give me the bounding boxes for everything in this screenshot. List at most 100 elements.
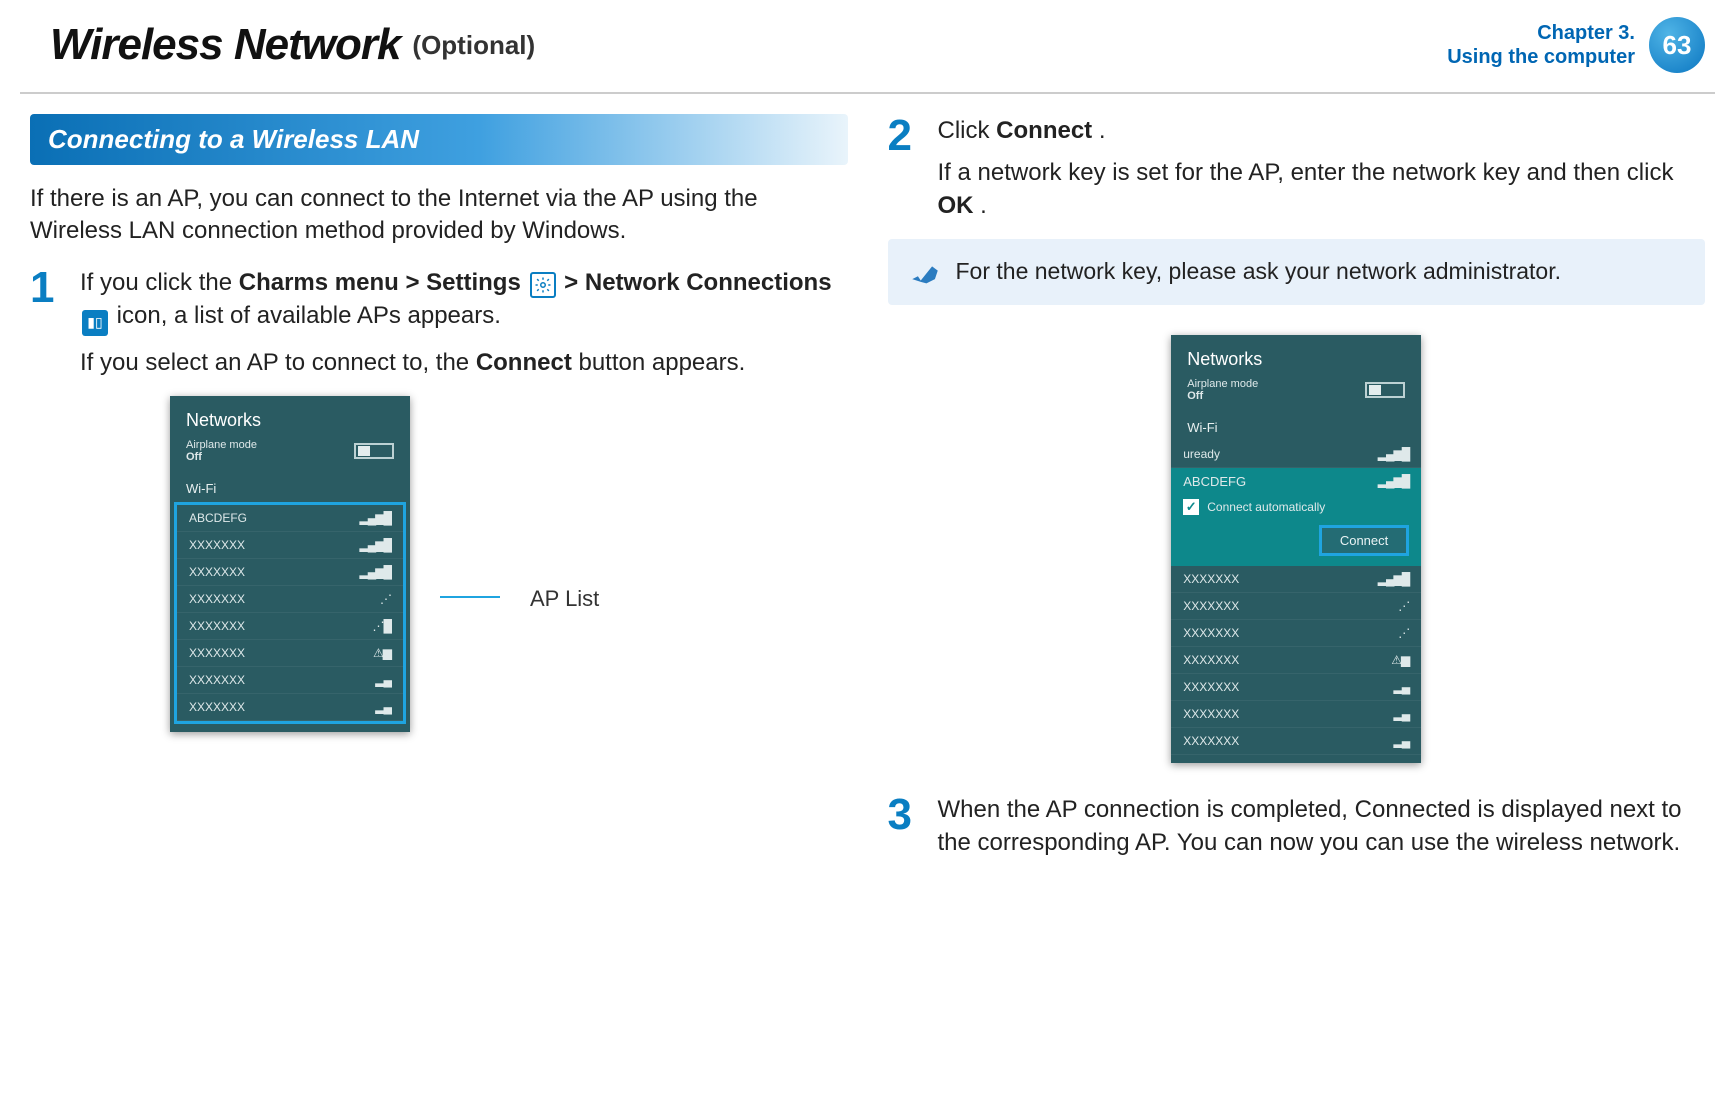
page-number-badge: 63 <box>1649 17 1705 73</box>
panel2-title: Networks <box>1171 349 1421 376</box>
ap-row[interactable]: XXXXXXX ⚠▆ <box>1171 647 1421 674</box>
ap-name: ABCDEFG <box>189 511 247 525</box>
signal-icon: ▂▄▆█ <box>1378 572 1409 586</box>
step-2-line1-a: Click <box>938 117 997 144</box>
signal-icon: ⚠▆ <box>1391 653 1409 667</box>
step-1-line2-a: If you select an AP to connect to, the <box>80 349 476 376</box>
step-3-number: 3 <box>888 793 922 860</box>
signal-icon: ⋰█ <box>372 619 391 633</box>
ap-row[interactable]: XXXXXXX▂▄ <box>177 667 403 694</box>
wifi-section-label-2: Wi-Fi <box>1171 412 1421 441</box>
signal-icon: ▂▄ <box>375 673 391 687</box>
airplane-mode-row-2: Airplane mode Off <box>1171 376 1421 412</box>
chapter-line-1: Chapter 3. <box>1447 21 1635 45</box>
ap-name: XXXXXXX <box>189 646 245 660</box>
signal-icon: ⋰ <box>1398 626 1409 640</box>
step-1-text-a: If you click the <box>80 269 239 296</box>
networks-panel-2-wrap: Networks Airplane mode Off Wi-Fi uready … <box>888 335 1706 763</box>
signal-icon: ▂▄▆█ <box>1378 447 1409 461</box>
connect-auto-row[interactable]: ✓ Connect automatically <box>1183 499 1409 515</box>
ap-name: XXXXXXX <box>1183 626 1239 640</box>
signal-icon: ▂▄ <box>375 700 391 714</box>
ap-row-uready[interactable]: uready ▂▄▆█ <box>1171 441 1421 468</box>
step-2-line2-c: . <box>980 192 987 219</box>
network-connections-icon: ▮▯ <box>82 310 108 336</box>
signal-icon: ⚠▆ <box>373 646 391 660</box>
networks-panel-2: Networks Airplane mode Off Wi-Fi uready … <box>1171 335 1421 763</box>
ap-selected-block: ABCDEFG ▂▄▆█ ✓ Connect automatically Con… <box>1171 468 1421 566</box>
section-intro: If there is an AP, you can connect to th… <box>30 183 848 248</box>
networks-panel-1-wrap: Networks Airplane mode Off Wi-Fi ABCDEFG… <box>170 396 848 732</box>
ap-row[interactable]: XXXXXXX▂▄▆█ <box>177 559 403 586</box>
ap-row[interactable]: XXXXXXX ⚠▆ <box>177 640 403 667</box>
step-2-line1-c: . <box>1099 117 1106 144</box>
ap-name: uready <box>1183 447 1220 461</box>
step-1-text-b: icon, a list of available APs appears. <box>117 302 501 329</box>
sep-1: > <box>405 269 426 296</box>
signal-icon: ⋰ <box>1398 599 1409 613</box>
wifi-section-label: Wi-Fi <box>170 473 410 502</box>
chapter-label: Chapter 3. Using the computer <box>1447 21 1635 69</box>
page-subtitle: (Optional) <box>412 30 535 61</box>
ap-name: XXXXXXX <box>1183 599 1239 613</box>
airplane-mode-toggle[interactable] <box>354 443 394 459</box>
airplane-mode-state-2: Off <box>1187 390 1203 402</box>
sep-2: > <box>564 269 585 296</box>
charms-menu-label: Charms menu <box>239 269 399 296</box>
signal-icon: ▂▄ <box>1394 707 1410 721</box>
step-2-ok-bold: OK <box>938 192 974 219</box>
ap-name: XXXXXXX <box>1183 680 1239 694</box>
checkbox-icon[interactable]: ✓ <box>1183 499 1199 515</box>
network-connections-label: Network Connections <box>585 269 832 296</box>
connect-label: Connect <box>476 349 572 376</box>
ap-row[interactable]: XXXXXXX▂▄▆█ <box>1171 566 1421 593</box>
ap-row[interactable]: XXXXXXX▂▄ <box>1171 674 1421 701</box>
right-column: 2 Click Connect . If a network key is se… <box>888 114 1706 876</box>
ap-name: XXXXXXX <box>1183 734 1239 748</box>
airplane-mode-label: Airplane mode <box>186 439 257 451</box>
header-accent <box>20 10 30 80</box>
ap-name: XXXXXXX <box>189 538 245 552</box>
step-3-body: When the AP connection is completed, Con… <box>938 793 1706 860</box>
step-1-line2-b: button appears. <box>578 349 745 376</box>
settings-label: Settings <box>426 269 521 296</box>
ap-name: XXXXXXX <box>189 592 245 606</box>
ap-row[interactable]: XXXXXXX ⋰█ <box>177 613 403 640</box>
panel1-title: Networks <box>170 410 410 437</box>
signal-icon: ▂▄▆█ <box>360 511 391 525</box>
ap-row[interactable]: XXXXXXX ⋰ <box>1171 620 1421 647</box>
page-title: Wireless Network <box>50 20 400 70</box>
airplane-mode-state: Off <box>186 451 202 463</box>
signal-icon: ▂▄▆█ <box>1378 474 1409 489</box>
airplane-mode-toggle-2[interactable] <box>1365 382 1405 398</box>
connect-button[interactable]: Connect <box>1319 525 1409 556</box>
ap-row[interactable]: XXXXXXX ▂▄ <box>177 694 403 721</box>
ap-list-highlight: ABCDEFG▂▄▆█ XXXXXXX▂▄▆█ XXXXXXX▂▄▆█ XXXX… <box>174 502 406 724</box>
connect-auto-label: Connect automatically <box>1207 500 1325 514</box>
ap-name: XXXXXXX <box>189 619 245 633</box>
step-2-connect-bold: Connect <box>996 117 1092 144</box>
note-text: For the network key, please ask your net… <box>956 258 1562 285</box>
ap-row[interactable]: XXXXXXX⋰ <box>177 586 403 613</box>
ap-list-callout: AP List <box>530 586 599 612</box>
airplane-mode-label-2: Airplane mode <box>1187 378 1258 390</box>
ap-row[interactable]: XXXXXXX ▂▄ <box>1171 701 1421 728</box>
networks-panel-1: Networks Airplane mode Off Wi-Fi ABCDEFG… <box>170 396 410 732</box>
ap-name: XXXXXXX <box>1183 653 1239 667</box>
step-1: 1 If you click the Charms menu > Setting… <box>30 266 848 380</box>
airplane-mode-row: Airplane mode Off <box>170 437 410 473</box>
step-2-body: Click Connect . If a network key is set … <box>938 114 1706 223</box>
ap-name: XXXXXXX <box>1183 707 1239 721</box>
gear-icon <box>530 272 556 298</box>
ap-name: XXXXXXX <box>189 700 245 714</box>
note-icon <box>908 255 942 289</box>
ap-row[interactable]: XXXXXXX ▂▄ <box>1171 728 1421 755</box>
ap-row[interactable]: XXXXXXX ⋰ <box>1171 593 1421 620</box>
ap-row[interactable]: ABCDEFG ▂▄▆█ <box>177 505 403 532</box>
callout-line <box>440 596 500 598</box>
signal-icon: ▂▄▆█ <box>360 565 391 579</box>
note-box: For the network key, please ask your net… <box>888 239 1706 305</box>
ap-row[interactable]: XXXXXXX▂▄▆█ <box>177 532 403 559</box>
chapter-line-2: Using the computer <box>1447 45 1635 69</box>
signal-icon: ▂▄ <box>1394 734 1410 748</box>
